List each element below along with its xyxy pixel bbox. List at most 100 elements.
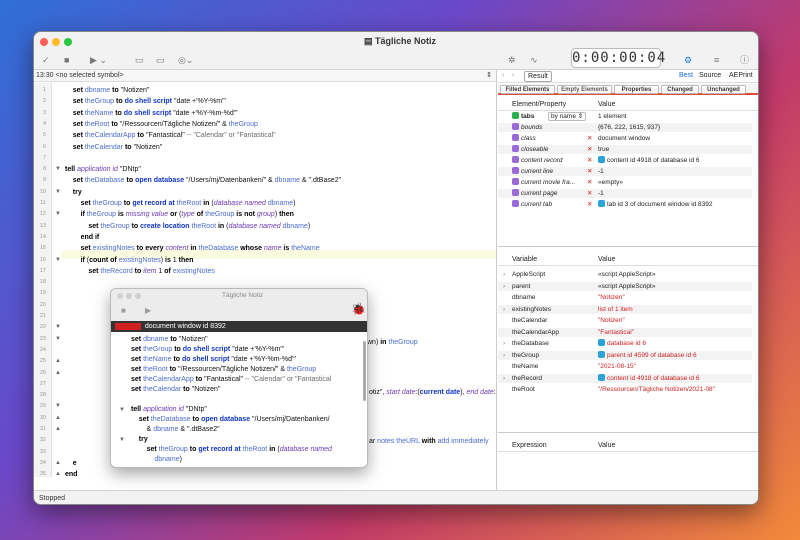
- variable-name: theName: [512, 363, 539, 370]
- variable-name: theCalendarApp: [512, 328, 559, 336]
- fold-toggle-icon[interactable]: ▼: [119, 435, 125, 445]
- run-icon[interactable]: ▶ ⌄: [90, 53, 107, 67]
- settings-icon[interactable]: ⚙: [684, 53, 692, 67]
- comment-icon[interactable]: ▭: [135, 53, 144, 67]
- element-row[interactable]: current tab ✕ tab id 3 of document window …: [498, 200, 752, 209]
- element-key: current tab: [512, 200, 552, 209]
- remove-icon[interactable]: ✕: [587, 189, 592, 198]
- inspector-pane: ‹ › Result Best Source AEPrint Filled El…: [498, 70, 758, 490]
- source-link[interactable]: Source: [699, 70, 721, 82]
- variables-header: Variable Value: [498, 254, 758, 266]
- event-log-icon[interactable]: ∿: [530, 53, 538, 67]
- best-link[interactable]: Best: [679, 70, 693, 82]
- remove-icon[interactable]: ✕: [587, 167, 592, 176]
- element-row[interactable]: class ✕ document window: [498, 134, 752, 143]
- debugger-minimize-button[interactable]: [126, 293, 132, 299]
- debugger-code-line: & dbname & ".dtBase2": [131, 426, 220, 433]
- variable-row[interactable]: theCalendarApp "Fantastical": [498, 327, 752, 337]
- minimize-window-button[interactable]: [52, 38, 60, 46]
- disclosure-icon[interactable]: ›: [503, 374, 505, 383]
- variable-row[interactable]: › theGroup parent id 4599 of database id 6: [498, 350, 752, 360]
- fold-toggle-icon[interactable]: ▲: [55, 357, 61, 366]
- fold-toggle-icon[interactable]: ▼: [55, 188, 61, 197]
- sort-popup[interactable]: by name ⇕: [548, 112, 587, 121]
- uncomment-icon[interactable]: ▭: [156, 53, 165, 67]
- element-row[interactable]: content record ✕ content id 4918 of databa…: [498, 156, 752, 165]
- zoom-window-button[interactable]: [64, 38, 72, 46]
- compile-check-icon[interactable]: ✓: [42, 53, 50, 67]
- fold-toggle-icon[interactable]: ▲: [55, 459, 61, 468]
- disclosure-icon[interactable]: ›: [503, 305, 505, 314]
- fold-toggle-icon[interactable]: ▲: [55, 470, 61, 477]
- code-line: set theRecord to item 1 of existingNotes: [88, 267, 215, 275]
- variable-row[interactable]: theRoot "/Ressourcen/Tägliche Notizen/202…: [498, 385, 752, 394]
- element-row[interactable]: closeable ✕ true: [498, 145, 752, 154]
- variable-value: "2021-08-15": [598, 363, 636, 370]
- tab-filled-elements[interactable]: Filled Elements: [500, 85, 555, 94]
- bug-icon[interactable]: ✲: [508, 53, 516, 67]
- debugger-stop-icon[interactable]: ■: [121, 306, 126, 315]
- fold-toggle-icon[interactable]: ▼: [55, 165, 61, 174]
- element-row[interactable]: current line ✕ -1: [498, 167, 752, 176]
- remove-icon[interactable]: ✕: [587, 134, 592, 143]
- pane-divider[interactable]: [498, 246, 758, 247]
- variable-row[interactable]: theCalendar "Notizen": [498, 316, 752, 325]
- variable-row[interactable]: › theRecord content id 4918 of database id…: [498, 373, 752, 383]
- line-number: 15: [39, 245, 46, 252]
- tab-unchanged[interactable]: Unchanged: [701, 85, 746, 94]
- fold-toggle-icon[interactable]: ▼: [55, 210, 61, 219]
- debugger-code[interactable]: set dbname to "Notizen" set theGroup to d…: [111, 333, 367, 467]
- element-row[interactable]: current movie fra... ✕ «empty»: [498, 178, 752, 187]
- tab-changed[interactable]: Changed: [661, 85, 699, 94]
- record-icon[interactable]: ◎⌄: [178, 53, 193, 67]
- symbol-popup[interactable]: <no selected symbol>: [55, 72, 123, 79]
- debugger-code-line: set theRoot to "/Ressourcen/Tägliche Not…: [131, 366, 317, 373]
- fold-toggle-icon[interactable]: ▼: [55, 256, 61, 265]
- variable-row[interactable]: › AppleScript «script AppleScript»: [498, 270, 752, 279]
- fold-toggle-icon[interactable]: ▲: [55, 414, 61, 423]
- element-row[interactable]: bounds {676, 222, 1615, 937}: [498, 123, 752, 132]
- disclosure-icon[interactable]: ›: [503, 339, 505, 348]
- debugger-zoom-button[interactable]: [135, 293, 141, 299]
- fold-toggle-icon[interactable]: ▲: [55, 425, 61, 434]
- variable-row[interactable]: theName "2021-08-15": [498, 362, 752, 371]
- aeprint-link[interactable]: AEPrint: [729, 70, 753, 82]
- fold-toggle-icon[interactable]: ▲: [55, 369, 61, 378]
- debugger-code-line: set theName to do shell script "date +'%…: [131, 356, 296, 363]
- line-number: 32: [39, 437, 46, 444]
- remove-icon[interactable]: ✕: [587, 156, 592, 165]
- code-line: if (count of existingNotes) is 1 then: [80, 256, 194, 264]
- fold-toggle-icon[interactable]: ▼: [55, 402, 61, 411]
- variable-row[interactable]: › theDatabase database id 6: [498, 339, 752, 348]
- line-number: 23: [39, 335, 46, 342]
- tab-empty-elements[interactable]: Empty Elements: [557, 85, 612, 94]
- element-row[interactable]: current page ✕ -1: [498, 189, 752, 198]
- element-value: {676, 222, 1615, 937}: [598, 124, 661, 131]
- tab-properties[interactable]: Properties: [614, 85, 659, 94]
- forward-icon[interactable]: ›: [512, 70, 514, 82]
- debugger-scrollbar[interactable]: [363, 341, 366, 401]
- navigation-bar[interactable]: 13:30 <no selected symbol> ⇕: [34, 70, 496, 82]
- disclosure-icon[interactable]: ›: [503, 351, 505, 360]
- remove-icon[interactable]: ✕: [587, 145, 592, 154]
- library-icon[interactable]: ≡: [714, 53, 719, 67]
- fold-toggle-icon[interactable]: ▼: [119, 405, 125, 415]
- back-icon[interactable]: ‹: [502, 70, 504, 82]
- variable-row[interactable]: › existingNotes list of 1 item: [498, 304, 752, 314]
- close-window-button[interactable]: [40, 38, 48, 46]
- remove-icon[interactable]: ✕: [587, 200, 592, 209]
- debugger-run-icon[interactable]: ▶: [145, 306, 151, 315]
- variable-row[interactable]: dbname "Notizen": [498, 293, 752, 302]
- result-button[interactable]: Result: [524, 71, 552, 82]
- stop-icon[interactable]: ■: [64, 53, 69, 67]
- pane-divider-2[interactable]: [498, 432, 758, 433]
- remove-icon[interactable]: ✕: [587, 178, 592, 187]
- info-icon[interactable]: ⓘ: [740, 53, 749, 67]
- element-row[interactable]: tabs by name ⇕ 1 element: [498, 112, 752, 121]
- disclosure-icon[interactable]: ›: [503, 270, 505, 279]
- variable-row[interactable]: › parent «script AppleScript»: [498, 281, 752, 291]
- debugger-close-button[interactable]: [117, 293, 123, 299]
- fold-toggle-icon[interactable]: ▼: [55, 323, 61, 332]
- disclosure-icon[interactable]: ›: [503, 282, 505, 291]
- fold-toggle-icon[interactable]: ▼: [55, 335, 61, 344]
